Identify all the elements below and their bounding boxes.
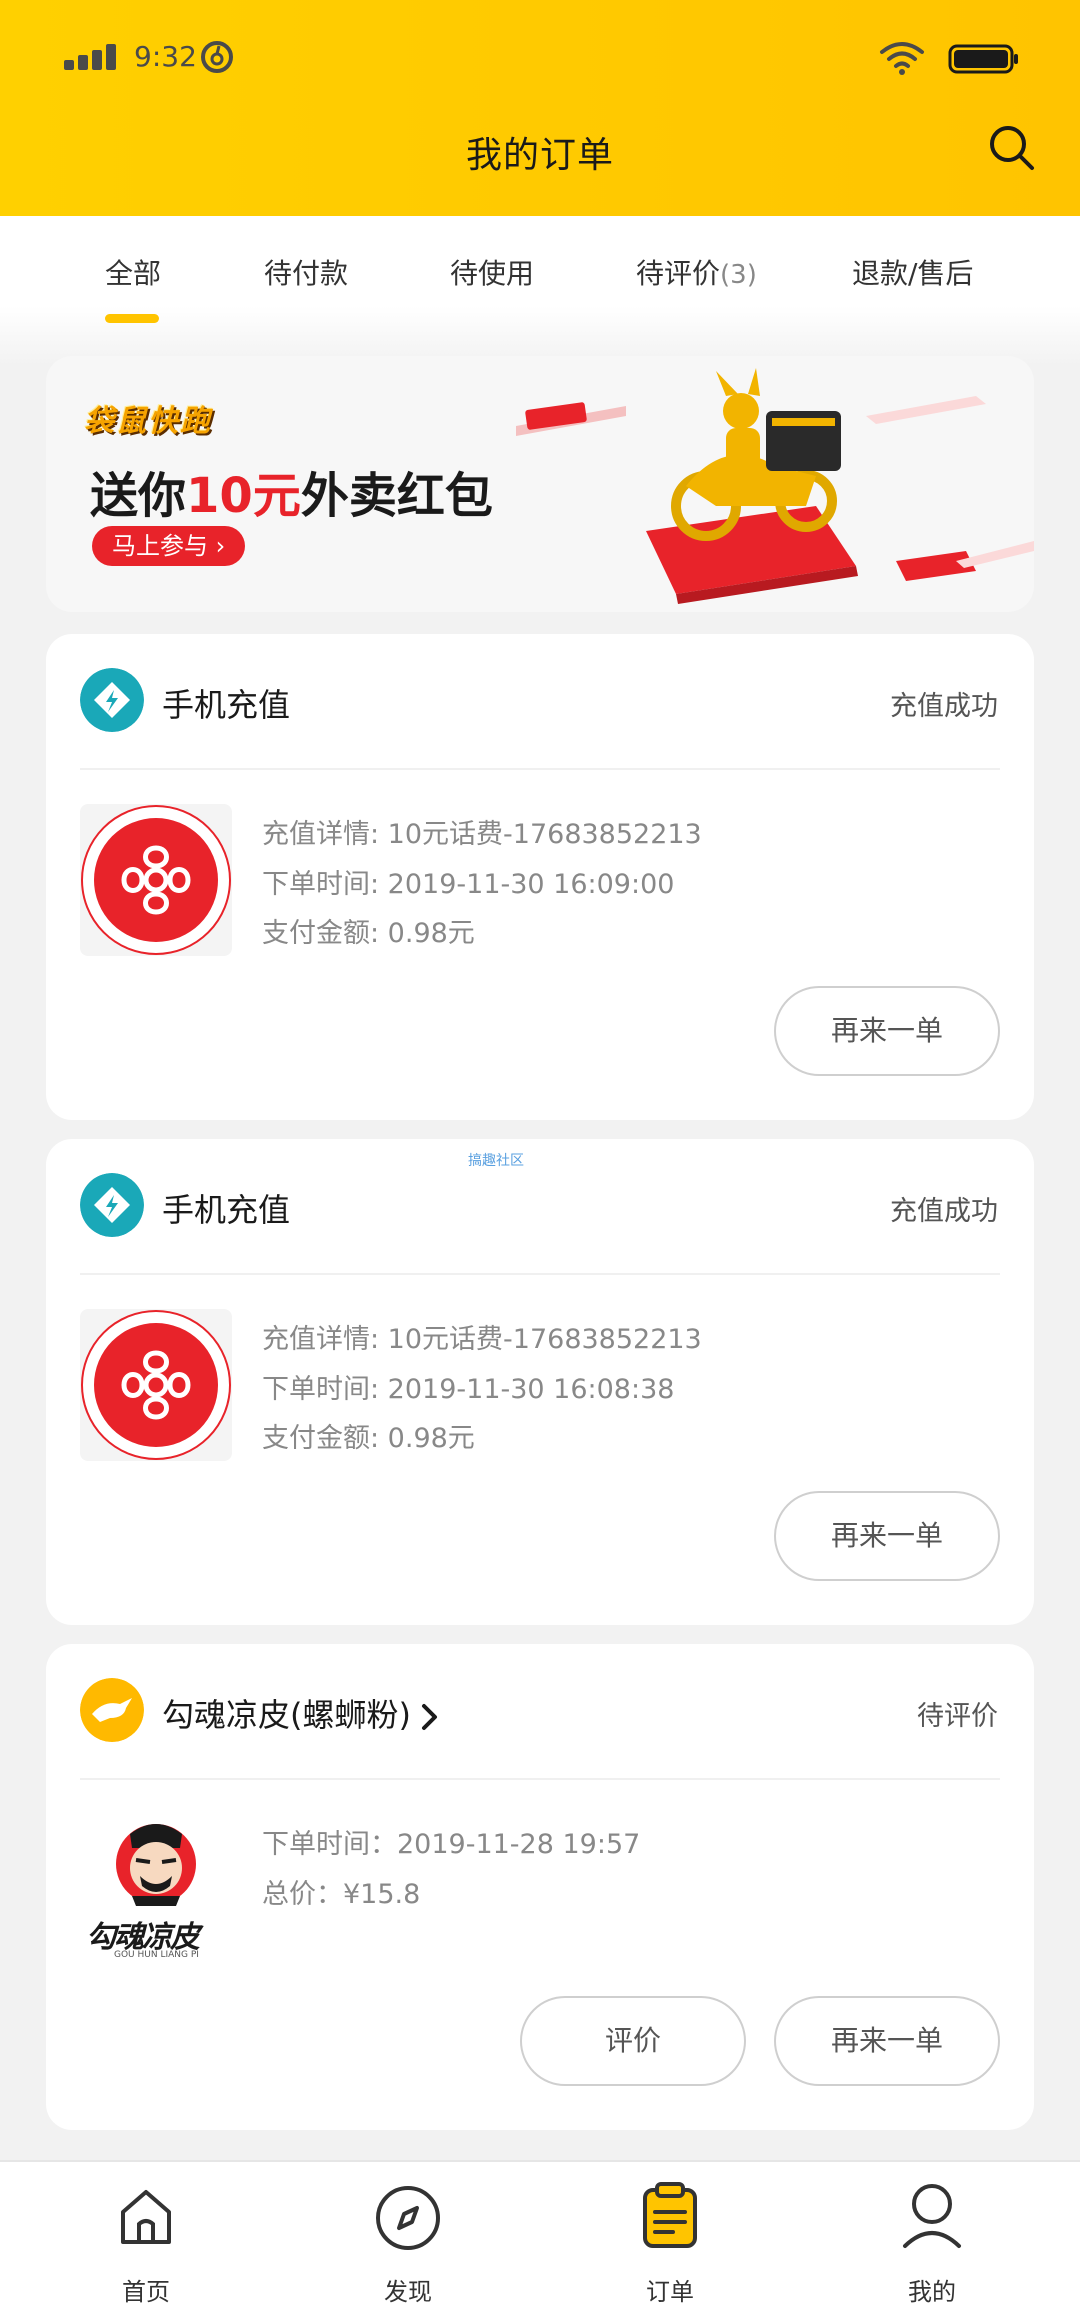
shop-name-link[interactable]: 勾魂凉皮(螺蛳粉)	[162, 1690, 439, 1736]
header: 9:32 我的订单	[0, 0, 1080, 216]
promo-banner[interactable]: 袋鼠快跑 送你10元外卖红包 马上参与 ›	[46, 356, 1034, 612]
nav-item-profile[interactable]: 我的	[842, 2162, 1022, 2316]
order-card[interactable]: 手机充值 充值成功 充值详情: 10元话费-17683852213 下单时间: …	[46, 634, 1034, 1120]
mobile-recharge-icon	[80, 668, 144, 732]
order-icon	[643, 2182, 697, 2248]
tab-label: 待评价	[636, 257, 721, 290]
nav-label: 首页	[122, 2278, 170, 2306]
china-unicom-logo	[80, 1309, 232, 1461]
search-icon[interactable]	[986, 122, 1036, 172]
order-detail-line: 下单时间: 2019-11-30 16:09:00	[262, 869, 675, 900]
reorder-button[interactable]: 再来一单	[774, 986, 1000, 1076]
nav-item-home[interactable]: 首页	[56, 2162, 236, 2316]
home-icon	[121, 2190, 171, 2244]
profile-icon	[903, 2184, 961, 2248]
nav-label: 我的	[908, 2278, 956, 2306]
banner-headline: 送你10元外卖红包	[90, 456, 493, 526]
watermark: 搞趣社区	[468, 1153, 524, 1169]
status-time: 9:32	[134, 40, 197, 73]
shop-name: 手机充值	[162, 1191, 291, 1229]
page-title: 我的订单	[465, 135, 614, 176]
tab-refund[interactable]: 退款/售后	[852, 252, 973, 292]
signal-icon	[64, 44, 122, 70]
order-detail-line: 总价：¥15.8	[262, 1879, 421, 1910]
tab-to-review[interactable]: 待评价(3)	[636, 252, 757, 292]
banner-text-before: 送你	[90, 468, 187, 524]
tab-to-use[interactable]: 待使用	[450, 252, 534, 292]
wifi-icon	[880, 42, 924, 75]
reorder-button[interactable]: 再来一单	[774, 1996, 1000, 2086]
nav-label: 发现	[384, 2278, 432, 2306]
divider	[80, 1778, 1000, 1780]
order-detail-line: 支付金额: 0.98元	[262, 1423, 475, 1454]
divider	[80, 1273, 1000, 1275]
join-now-button[interactable]: 马上参与 ›	[92, 526, 246, 566]
nav-label: 订单	[646, 2278, 694, 2306]
status-bar: 9:32	[0, 0, 1080, 118]
banner-text-after: 外卖红包	[300, 468, 493, 524]
order-card[interactable]: 勾魂凉皮(螺蛳粉) 待评价 勾魂凉皮 GOU HUN LIANG PI 下单时间…	[46, 1644, 1034, 2130]
order-status: 充值成功	[890, 1196, 998, 1227]
reorder-button[interactable]: 再来一单	[774, 1491, 1000, 1581]
compass-icon	[376, 2186, 440, 2250]
bottom-nav: 首页 发现 订单 我的	[0, 2160, 1080, 2316]
netease-music-icon	[201, 41, 233, 73]
chevron-right-icon	[421, 1704, 437, 1730]
order-card[interactable]: 手机充值 充值成功 充值详情: 10元话费-17683852213 下单时间: …	[46, 1139, 1034, 1625]
shop-logo: 勾魂凉皮 GOU HUN LIANG PI	[80, 1814, 232, 1966]
mobile-recharge-icon	[80, 1173, 144, 1237]
tab-label: 待使用	[450, 257, 535, 290]
tab-count: (3)	[720, 260, 757, 290]
order-detail-line: 充值详情: 10元话费-17683852213	[262, 1324, 702, 1355]
nav-item-orders[interactable]: 订单	[580, 2162, 760, 2316]
shop-name: 手机充值	[162, 686, 291, 724]
shop-name: 勾魂凉皮(螺蛳粉)	[162, 1696, 411, 1734]
divider	[80, 768, 1000, 770]
tab-label: 待付款	[264, 257, 349, 290]
nav-item-discover[interactable]: 发现	[318, 2162, 498, 2316]
china-unicom-logo	[80, 804, 232, 956]
banner-logo: 袋鼠快跑	[84, 404, 212, 439]
tab-label: 退款/售后	[852, 257, 974, 290]
battery-icon	[948, 44, 1018, 74]
orders-page: 9:32 我的订单 全部 待付款 待使用 待评价(3) 退款/售后 袋鼠快跑 送…	[0, 0, 1080, 2316]
tab-all[interactable]: 全部	[105, 252, 161, 292]
kangaroo-delivery-icon	[80, 1678, 144, 1742]
delivery-scooter-illustration	[516, 368, 1034, 604]
order-status: 充值成功	[890, 691, 998, 722]
tab-active-indicator	[105, 314, 159, 323]
order-status: 待评价	[917, 1701, 998, 1732]
order-tabs: 全部 待付款 待使用 待评价(3) 退款/售后	[0, 216, 1080, 366]
order-detail-line: 下单时间: 2019-11-30 16:08:38	[262, 1374, 675, 1405]
order-detail-line: 充值详情: 10元话费-17683852213	[262, 819, 702, 850]
shop-logo-subtext: GOU HUN LIANG PI	[114, 1950, 199, 1960]
tab-label: 全部	[105, 257, 162, 290]
tab-pending-payment[interactable]: 待付款	[264, 252, 348, 292]
review-button[interactable]: 评价	[520, 1996, 746, 2086]
order-detail-line: 支付金额: 0.98元	[262, 918, 475, 949]
order-detail-line: 下单时间：2019-11-28 19:57	[262, 1829, 641, 1860]
banner-text-highlight: 10元	[186, 468, 301, 524]
